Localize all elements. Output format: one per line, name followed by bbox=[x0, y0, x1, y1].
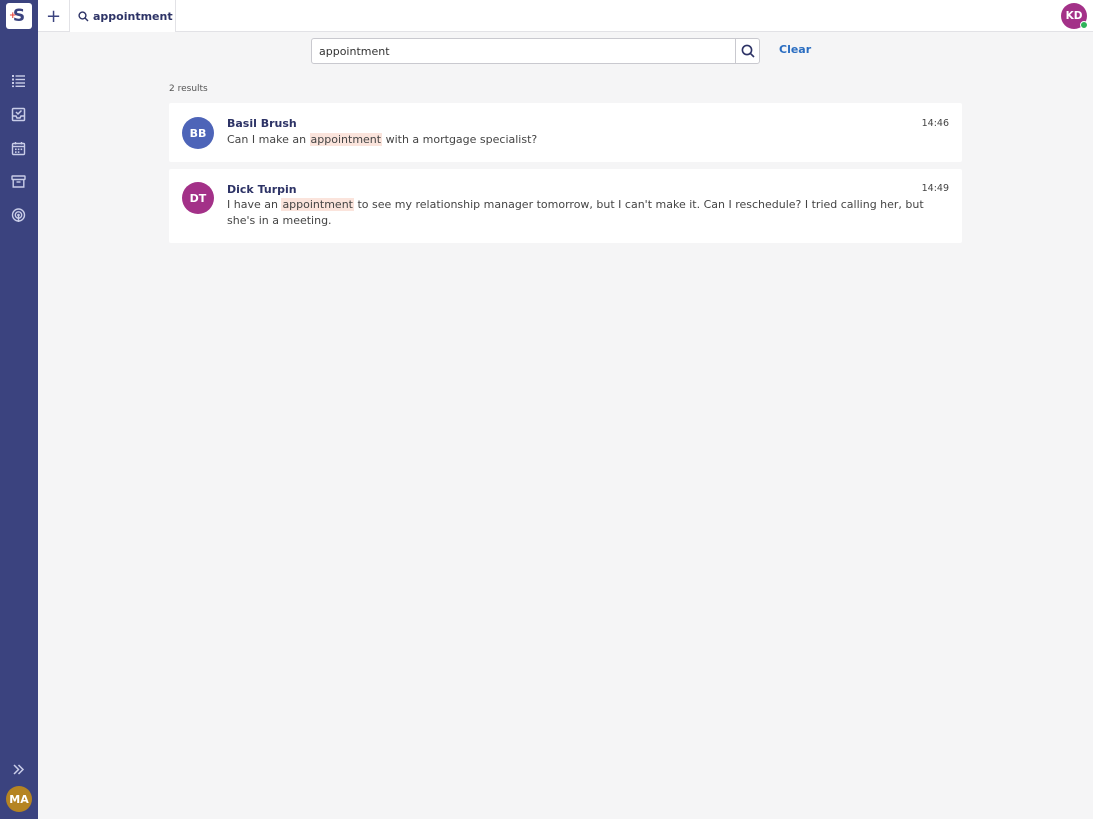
top-bar: + appointment KD bbox=[38, 0, 1093, 32]
snippet-text: I have an bbox=[227, 198, 282, 211]
app-logo[interactable]: + S bbox=[6, 3, 32, 29]
archive-icon[interactable] bbox=[11, 174, 26, 189]
list-icon[interactable] bbox=[11, 73, 26, 88]
tab-search[interactable]: appointment bbox=[70, 0, 176, 32]
inbox-icon[interactable] bbox=[11, 107, 26, 122]
sidebar: + S MA bbox=[0, 0, 38, 819]
snippet-text: Can I make an bbox=[227, 133, 310, 146]
tab-label: appointment bbox=[93, 9, 173, 23]
message-time: 14:46 bbox=[921, 118, 949, 129]
broadcast-icon[interactable] bbox=[11, 208, 26, 223]
result-card[interactable]: DT Dick Turpin 14:49 I have an appointme… bbox=[169, 169, 962, 243]
search-icon bbox=[78, 10, 89, 21]
calendar-icon[interactable] bbox=[11, 141, 26, 156]
contact-name: Dick Turpin bbox=[227, 183, 297, 196]
search-bar bbox=[311, 38, 760, 64]
message-time: 14:49 bbox=[921, 183, 949, 194]
new-tab-button[interactable]: + bbox=[38, 0, 70, 32]
online-status-indicator bbox=[1080, 21, 1088, 29]
message-snippet: Can I make an appointment with a mortgag… bbox=[227, 132, 942, 148]
contact-name: Basil Brush bbox=[227, 117, 297, 130]
search-icon bbox=[741, 44, 755, 58]
search-input[interactable] bbox=[312, 39, 735, 63]
result-card[interactable]: BB Basil Brush 14:46 Can I make an appoi… bbox=[169, 103, 962, 162]
snippet-text: with a mortgage specialist? bbox=[382, 133, 538, 146]
search-button[interactable] bbox=[735, 39, 759, 63]
logo-plus-mark: + bbox=[9, 11, 17, 21]
results-count: 2 results bbox=[169, 84, 208, 94]
current-user-avatar[interactable]: MA bbox=[6, 786, 32, 812]
contact-avatar: BB bbox=[182, 117, 214, 149]
expand-sidebar-icon[interactable] bbox=[12, 761, 25, 775]
clear-button[interactable]: Clear bbox=[779, 43, 811, 56]
contact-avatar: DT bbox=[182, 182, 214, 214]
search-highlight: appointment bbox=[309, 133, 383, 146]
search-highlight: appointment bbox=[281, 198, 354, 211]
message-snippet: I have an appointment to see my relation… bbox=[227, 197, 942, 229]
